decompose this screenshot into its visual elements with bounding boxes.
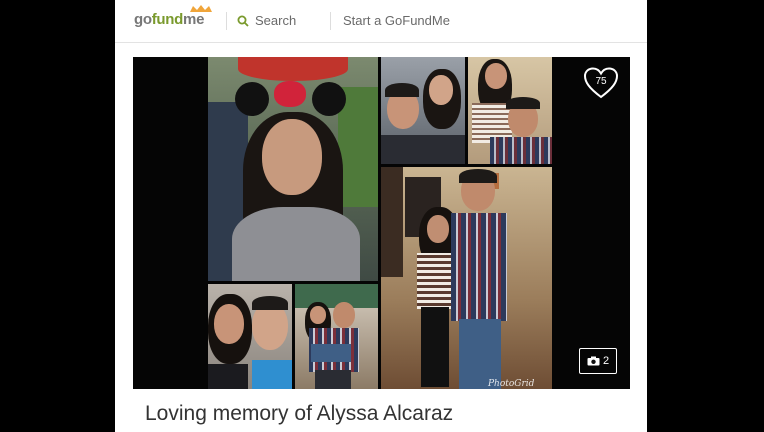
logo-prefix: go bbox=[134, 11, 152, 28]
campaign-page: gofundme Search Start a GoFundMe 75 2 Ph… bbox=[115, 0, 647, 432]
photo-count: 2 bbox=[602, 355, 610, 367]
search-label: Search bbox=[255, 13, 297, 28]
top-navigation: gofundme Search Start a GoFundMe bbox=[115, 0, 647, 43]
heart-count: 75 bbox=[595, 76, 607, 87]
logo-fund: fund bbox=[151, 11, 184, 28]
campaign-hero-collage[interactable]: 75 2 PhotoGrid bbox=[133, 57, 630, 389]
collage-photo-6 bbox=[295, 284, 378, 389]
campaign-title: Loving memory of Alyssa Alcaraz bbox=[145, 402, 454, 425]
search-icon bbox=[237, 15, 249, 27]
logo-suffix: me bbox=[183, 11, 205, 28]
hearts-badge[interactable]: 75 bbox=[583, 67, 619, 100]
collage-photo-1 bbox=[208, 57, 378, 281]
photo-count-button[interactable]: 2 bbox=[579, 348, 617, 374]
photogrid-watermark: PhotoGrid bbox=[488, 379, 535, 389]
nav-divider bbox=[330, 12, 331, 30]
collage-photo-5 bbox=[208, 284, 292, 389]
logo-crown-icon bbox=[190, 5, 212, 12]
collage-photo-4 bbox=[381, 167, 552, 389]
search-button[interactable]: Search bbox=[237, 13, 296, 28]
nav-divider bbox=[226, 12, 227, 30]
gofundme-logo[interactable]: gofundme bbox=[134, 5, 212, 28]
start-gofundme-link[interactable]: Start a GoFundMe bbox=[343, 13, 450, 28]
camera-icon bbox=[587, 356, 600, 366]
collage-photo-3 bbox=[468, 57, 552, 164]
collage-photo-2 bbox=[381, 57, 465, 164]
